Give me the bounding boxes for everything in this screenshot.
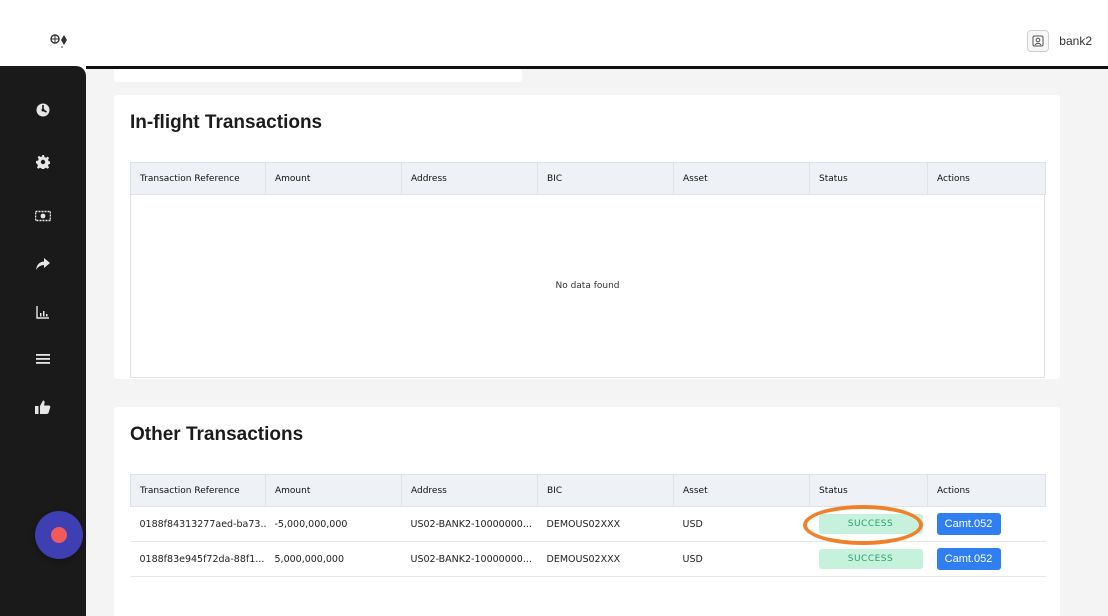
bar-chart-icon[interactable] [35, 304, 51, 320]
address: US02-BANK2-10000000... [401, 541, 538, 577]
column-header[interactable]: Amount [265, 162, 402, 195]
status-badge: SUCCESS [818, 549, 923, 569]
inflight-title: In-flight Transactions [130, 112, 323, 133]
gear-icon[interactable] [35, 154, 51, 170]
column-header[interactable]: Actions [927, 162, 1046, 195]
other-title: Other Transactions [130, 424, 304, 445]
bic: DEMOUS02XXX [537, 506, 674, 542]
money-icon[interactable] [35, 208, 51, 224]
camt052-button[interactable]: Camt.052 [936, 513, 1001, 535]
user-badge-icon[interactable] [1027, 30, 1050, 52]
table-row[interactable]: 0188f83e945f72da-88f1... 5,000,000,000 U… [130, 541, 1046, 577]
transaction-reference[interactable]: 0188f84313277aed-ba73... [130, 506, 266, 542]
column-header[interactable]: BIC [537, 162, 674, 195]
column-header[interactable]: Transaction Reference [130, 474, 266, 507]
column-header[interactable]: Address [401, 162, 538, 195]
logo-icon[interactable] [50, 33, 72, 48]
user-name[interactable]: bank2 [1059, 34, 1092, 48]
actions-cell: Camt.052 [927, 506, 1046, 542]
user-menu[interactable]: bank2 [1027, 30, 1092, 52]
table-row[interactable]: 0188f84313277aed-ba73... -5,000,000,000 … [130, 506, 1046, 542]
other-table: Transaction Reference Amount Address BIC… [130, 474, 1046, 577]
list-icon[interactable] [35, 351, 51, 367]
column-header[interactable]: BIC [537, 474, 674, 507]
asset: USD [673, 506, 810, 542]
thumbs-up-icon[interactable] [35, 399, 51, 415]
status-cell: SUCCESS [809, 506, 928, 542]
column-header[interactable]: Amount [265, 474, 402, 507]
share-arrow-icon[interactable] [35, 256, 51, 272]
dashboard-icon[interactable] [35, 102, 51, 118]
record-dot-icon [51, 527, 67, 543]
inflight-transactions-card: In-flight Transactions Transaction Refer… [114, 95, 1060, 379]
status-badge: SUCCESS [818, 514, 923, 534]
empty-state: No data found [130, 194, 1045, 378]
asset: USD [673, 541, 810, 577]
column-header[interactable]: Actions [927, 474, 1046, 507]
amount: 5,000,000,000 [265, 541, 402, 577]
inflight-table: Transaction Reference Amount Address BIC… [130, 162, 1046, 195]
amount: -5,000,000,000 [265, 506, 402, 542]
empty-state-text: No data found [555, 280, 620, 291]
previous-card [114, 69, 522, 82]
top-bar: bank2 [0, 0, 1108, 66]
floating-action-button[interactable] [35, 511, 83, 559]
column-header[interactable]: Address [401, 474, 538, 507]
camt052-button[interactable]: Camt.052 [936, 548, 1001, 570]
main-content: In-flight Transactions Transaction Refer… [86, 69, 1108, 616]
column-header[interactable]: Status [809, 474, 928, 507]
column-header[interactable]: Transaction Reference [130, 162, 266, 195]
table-header-row: Transaction Reference Amount Address BIC… [130, 162, 1046, 195]
actions-cell: Camt.052 [927, 541, 1046, 577]
transaction-reference[interactable]: 0188f83e945f72da-88f1... [130, 541, 266, 577]
table-header-row: Transaction Reference Amount Address BIC… [130, 474, 1046, 507]
column-header[interactable]: Asset [673, 474, 810, 507]
status-cell: SUCCESS [809, 541, 928, 577]
bic: DEMOUS02XXX [537, 541, 674, 577]
other-transactions-card: Other Transactions Transaction Reference… [114, 407, 1060, 616]
column-header[interactable]: Asset [673, 162, 810, 195]
column-header[interactable]: Status [809, 162, 928, 195]
address: US02-BANK2-10000000... [401, 506, 538, 542]
